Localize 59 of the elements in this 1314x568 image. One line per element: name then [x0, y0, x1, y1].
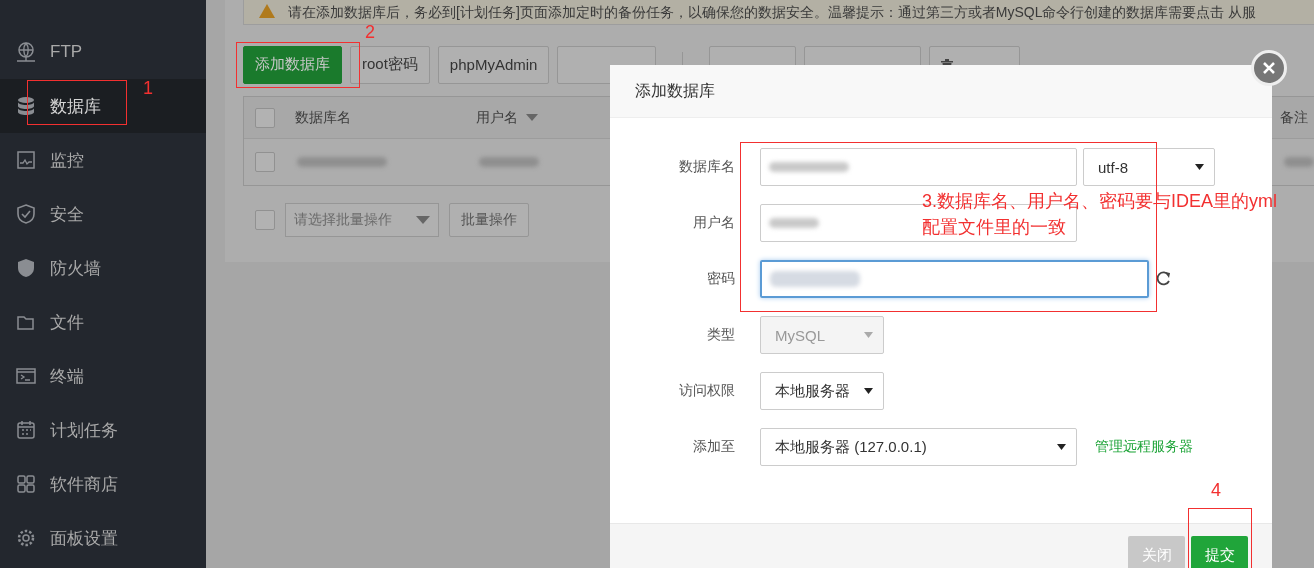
caret-icon: [416, 216, 430, 224]
sidebar-item[interactable]: 数据库: [16, 94, 101, 118]
terminal-icon: [16, 366, 36, 386]
select-field[interactable]: 本地服务器 (127.0.0.1): [760, 428, 1077, 466]
globe-network-icon: [16, 42, 36, 62]
toolbar-button[interactable]: root密码: [350, 45, 430, 84]
select-field: MySQL: [760, 316, 884, 354]
sidebar-item[interactable]: 终端: [16, 364, 84, 388]
shield-icon: [16, 204, 36, 224]
caret-icon: [864, 388, 873, 394]
chart-icon: [16, 150, 36, 170]
sidebar-item[interactable]: 计划任务: [16, 418, 118, 442]
sidebar-item[interactable]: 监控: [16, 148, 84, 172]
annotation-box: [1188, 508, 1252, 568]
sort-icon: [526, 114, 538, 121]
input-field[interactable]: [760, 260, 1149, 298]
sidebar-item[interactable]: 防火墙: [16, 256, 101, 280]
shield-icon: [16, 258, 36, 278]
checkbox[interactable]: [255, 210, 275, 230]
field-label: 用户名: [692, 214, 735, 232]
sidebar-item[interactable]: 文件: [16, 310, 84, 334]
sidebar-item[interactable]: 安全: [16, 202, 84, 226]
column-header: 备注: [1280, 108, 1308, 127]
blurred-text: [1284, 157, 1314, 167]
field-label: 数据库名: [678, 158, 735, 176]
column-header: 数据库名: [295, 108, 352, 127]
calendar-icon: [16, 420, 36, 440]
field-label: 添加至: [692, 438, 735, 456]
notice-text: 请在添加数据库后，务必到[计划任务]页面添加定时的备份任务，以确保您的数据安全。温馨提示：通过第三方或者MySQL命令行创建的数据库需要点击 从服: [288, 3, 1257, 21]
database-icon: [16, 96, 36, 116]
close-icon: [1262, 61, 1276, 75]
toolbar-button[interactable]: phpMyAdmin: [437, 45, 550, 84]
field-label: 类型: [706, 326, 735, 344]
annotation-label: 4: [1211, 480, 1221, 500]
column-header[interactable]: 用户名: [476, 108, 596, 127]
blurred-text: [479, 157, 539, 167]
field-label: 访问权限: [678, 382, 735, 400]
sidebar-item[interactable]: 软件商店: [16, 472, 118, 496]
caret-icon: [1195, 164, 1204, 170]
charset-select[interactable]: utf-8: [1083, 148, 1215, 186]
annotation-label: 1: [143, 78, 153, 98]
add-button[interactable]: 添加数据库: [243, 45, 342, 84]
input-field[interactable]: [760, 148, 1077, 186]
sidebar-item[interactable]: FTP: [16, 42, 83, 62]
checkbox[interactable]: [255, 107, 275, 128]
apps-icon: [16, 474, 36, 494]
annotation-label: 2: [365, 22, 375, 42]
sidebar-item[interactable]: 面板设置: [16, 526, 118, 550]
caret-icon: [1057, 444, 1066, 450]
select-field[interactable]: 本地服务器: [760, 372, 884, 410]
checkbox[interactable]: [255, 152, 275, 172]
batch-button[interactable]: 批量操作: [449, 203, 529, 237]
field-label: 密码: [706, 270, 735, 288]
blurred-text: [769, 218, 819, 228]
caret-icon: [864, 332, 873, 338]
manage-link[interactable]: 管理远程服务器: [1095, 438, 1193, 456]
settings-icon: [16, 528, 36, 548]
warning-icon: [258, 3, 276, 19]
dialog-title: 添加数据库: [635, 80, 715, 101]
